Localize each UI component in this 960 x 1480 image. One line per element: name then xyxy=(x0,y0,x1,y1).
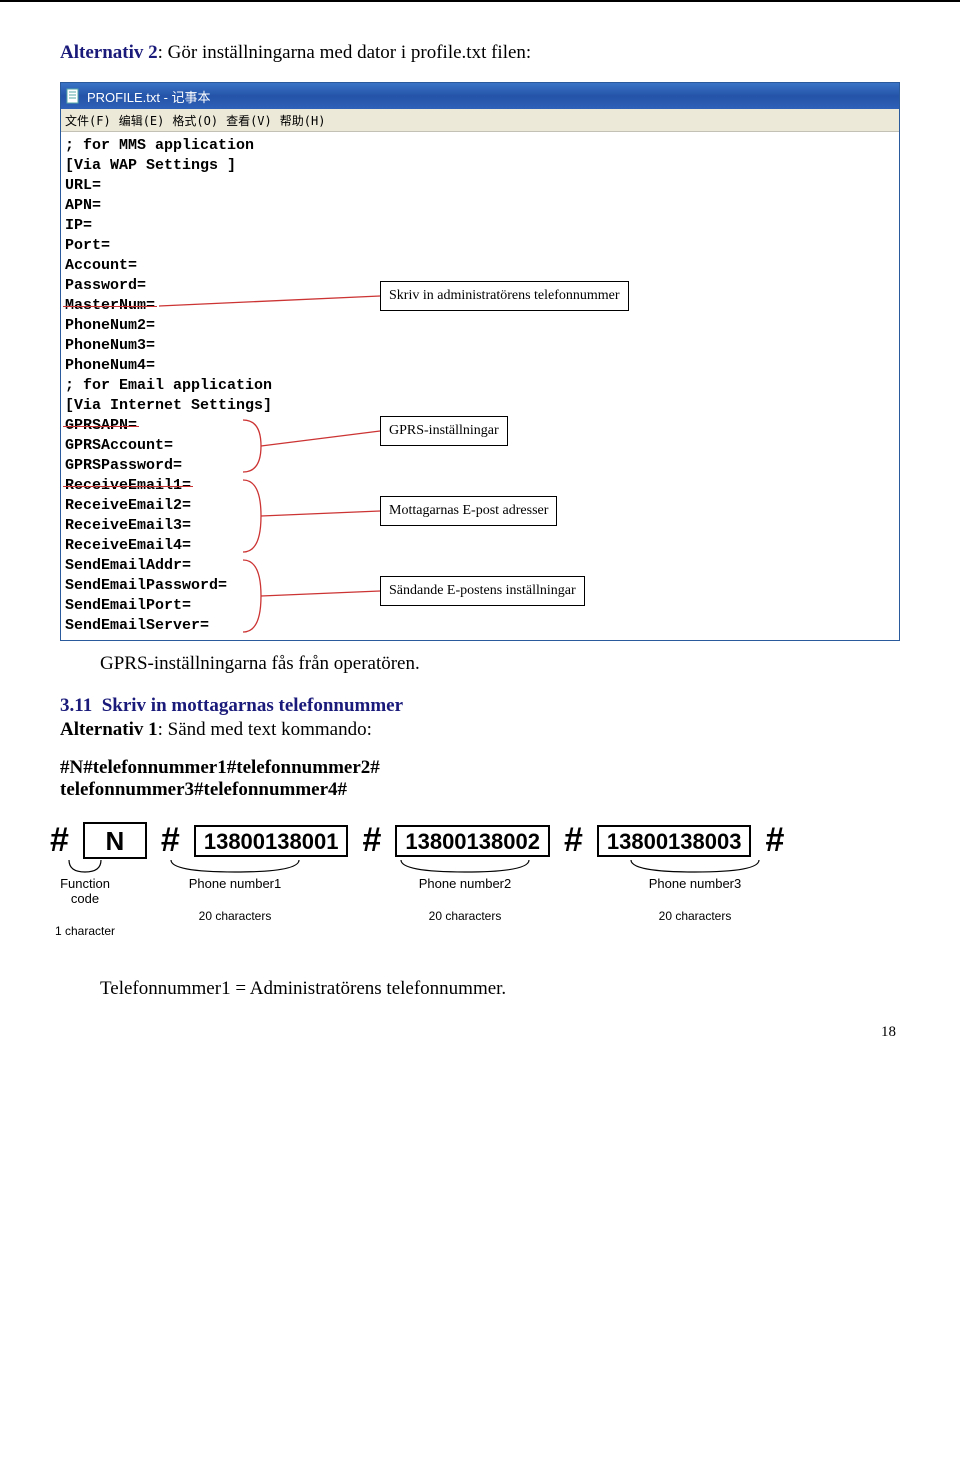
notepad-window: PROFILE.txt - 记事本 文件(F) 编辑(E) 格式(O) 查看(V… xyxy=(60,82,900,641)
menu-format[interactable]: 格式(O) xyxy=(172,112,218,129)
editor-line: Account= xyxy=(65,256,899,276)
callout-recv: Mottagarnas E-post adresser xyxy=(380,496,557,526)
command-template: #N#telefonnummer1#telefonnummer2# telefo… xyxy=(60,757,900,801)
editor-line: URL= xyxy=(65,176,899,196)
callout-send: Sändande E-postens inställningar xyxy=(380,576,585,606)
phone-box-2: 13800138002 xyxy=(395,825,550,857)
menu-file[interactable]: 文件(F) xyxy=(65,112,111,129)
intro-rest: : Gör inställningarna med dator i profil… xyxy=(158,42,532,63)
pn1-note: 20 characters xyxy=(120,909,350,923)
intro-prefix: Alternativ 2 xyxy=(60,42,158,63)
hash-diagram: # N # 13800138001 # 13800138002 # 138001… xyxy=(50,821,900,938)
phone-box-3: 13800138003 xyxy=(597,825,752,857)
hash-symbol: # xyxy=(362,821,381,860)
menu-help[interactable]: 帮助(H) xyxy=(280,112,326,129)
func-code-label: Function code xyxy=(50,876,120,906)
func-code-note: 1 character xyxy=(50,924,120,938)
editor-line: ReceiveEmail1= xyxy=(65,476,899,496)
alt1-line: Alternativ 1: Sänd med text kommando: xyxy=(60,719,900,741)
editor-line: APN= xyxy=(65,196,899,216)
pn2-note: 20 characters xyxy=(350,909,580,923)
pn2-label: Phone number2 xyxy=(350,876,580,891)
callout-admin: Skriv in administratörens telefonnummer xyxy=(380,281,629,311)
hash-symbol: # xyxy=(564,821,583,860)
editor-line: [Via Internet Settings] xyxy=(65,396,899,416)
menu-edit[interactable]: 编辑(E) xyxy=(119,112,165,129)
editor-line: IP= xyxy=(65,216,899,236)
menu-view[interactable]: 查看(V) xyxy=(226,112,272,129)
editor-line: Port= xyxy=(65,236,899,256)
phone-box-1: 13800138001 xyxy=(194,825,349,857)
editor-line: PhoneNum4= xyxy=(65,356,899,376)
notepad-editor[interactable]: ; for MMS application[Via WAP Settings ]… xyxy=(61,132,899,640)
final-note: Telefonnummer1 = Administratörens telefo… xyxy=(100,978,900,1000)
editor-line: PhoneNum3= xyxy=(65,336,899,356)
editor-line: ReceiveEmail4= xyxy=(65,536,899,556)
notepad-icon xyxy=(65,88,81,104)
editor-line: SendEmailServer= xyxy=(65,616,899,636)
callout-gprs: GPRS-inställningar xyxy=(380,416,508,446)
pn3-label: Phone number3 xyxy=(580,876,810,891)
notepad-title: PROFILE.txt - 记事本 xyxy=(87,87,211,106)
notepad-menubar: 文件(F) 编辑(E) 格式(O) 查看(V) 帮助(H) xyxy=(61,109,899,132)
pn1-label: Phone number1 xyxy=(120,876,350,891)
gprs-note: GPRS-inställningarna fås från operatören… xyxy=(100,653,900,675)
editor-line: ; for Email application xyxy=(65,376,899,396)
hash-symbol: # xyxy=(765,821,784,860)
function-letter-box: N xyxy=(83,822,147,859)
section-heading: 3.11 Skriv in mottagarnas telefonnummer xyxy=(60,695,900,717)
editor-line: PhoneNum2= xyxy=(65,316,899,336)
hash-symbol: # xyxy=(161,821,180,860)
page-number: 18 xyxy=(60,1024,900,1041)
intro-line: Alternativ 2: Gör inställningarna med da… xyxy=(60,42,900,64)
editor-line: GPRSPassword= xyxy=(65,456,899,476)
editor-line: ; for MMS application xyxy=(65,136,899,156)
editor-line: [Via WAP Settings ] xyxy=(65,156,899,176)
pn3-note: 20 characters xyxy=(580,909,810,923)
notepad-titlebar: PROFILE.txt - 记事本 xyxy=(61,83,899,109)
hash-symbol: # xyxy=(50,821,69,860)
editor-line: SendEmailAddr= xyxy=(65,556,899,576)
